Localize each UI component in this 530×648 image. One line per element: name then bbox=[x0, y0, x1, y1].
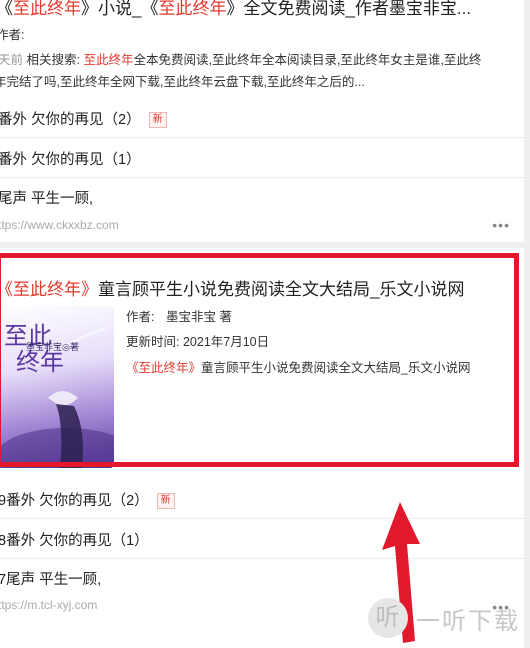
result-1-author-label: 作者: bbox=[0, 28, 25, 42]
chapter-label: 7尾声 平生一顾, bbox=[0, 572, 102, 588]
result-1-related-line-1: 天前 相关搜索: 至此终年全本免费阅读,至此终年全本阅读目录,至此终年女主是谁,… bbox=[0, 49, 481, 68]
highlight-annotation-box bbox=[0, 253, 519, 467]
result-1-chapter-row[interactable]: 番外 欠你的再见（1） bbox=[0, 137, 524, 178]
result-1-title-mid: 》小说_《 bbox=[81, 0, 159, 18]
result-2-url[interactable]: ttps://m.tcl-xyj.com bbox=[0, 598, 97, 612]
result-1-related-hl: 至此终年 bbox=[83, 53, 134, 67]
result-1-chapter-row[interactable]: 尾声 平生一顾, bbox=[0, 176, 524, 216]
result-1-url[interactable]: ttps://www.ckxxbz.com bbox=[0, 218, 119, 232]
chapter-label: 番外 欠你的再见（2）新 bbox=[0, 108, 167, 129]
result-1-title-link[interactable]: 《至此终年》小说_《至此终年》全文免费阅读_作者墨宝非宝... bbox=[0, 0, 471, 19]
chapter-label: 8番外 欠你的再见（1） bbox=[0, 533, 149, 549]
new-badge: 新 bbox=[156, 493, 175, 509]
result-1-title-hl2: 至此终年 bbox=[158, 0, 227, 18]
result-1-related-label: 相关搜索: bbox=[26, 53, 80, 67]
watermark-logo: 听 一听下载 bbox=[367, 598, 520, 638]
result-2-chapter-row[interactable]: 8番外 欠你的再见（1） bbox=[0, 518, 524, 559]
chapter-label: 番外 欠你的再见（1） bbox=[0, 152, 141, 168]
result-1-title-pre: 《 bbox=[0, 0, 13, 18]
search-result-card-1: 《至此终年》小说_《至此终年》全文免费阅读_作者墨宝非宝... 作者: 天前 相… bbox=[0, 0, 524, 242]
chapter-label: 尾声 平生一顾, bbox=[0, 191, 94, 207]
result-2-chapter-row[interactable]: 9番外 欠你的再见（2）新 bbox=[0, 478, 524, 519]
result-1-title-hl: 至此终年 bbox=[13, 0, 81, 18]
result-1-related-text-2: 年完结了吗,至此终年全网下载,至此终年云盘下载,至此终年之后的... bbox=[0, 75, 365, 89]
result-1-title-post: 》全文免费阅读_作者墨宝非宝... bbox=[226, 0, 472, 18]
result-2-chapter-row[interactable]: 7尾声 平生一顾, bbox=[0, 557, 524, 597]
new-badge: 新 bbox=[148, 112, 167, 128]
chapter-label: 9番外 欠你的再见（2）新 bbox=[0, 489, 175, 510]
watermark-text: 一听下载 bbox=[416, 607, 520, 635]
watermark-glyph: 听 bbox=[367, 598, 408, 638]
result-1-related-text-1: 全本免费阅读,至此终年全本阅读目录,至此终年女主是谁,至此终 bbox=[133, 53, 482, 67]
result-1-time: 天前 bbox=[0, 53, 24, 67]
more-options-icon[interactable]: ••• bbox=[492, 217, 510, 233]
result-1-chapter-row[interactable]: 番外 欠你的再见（2）新 bbox=[0, 97, 524, 138]
